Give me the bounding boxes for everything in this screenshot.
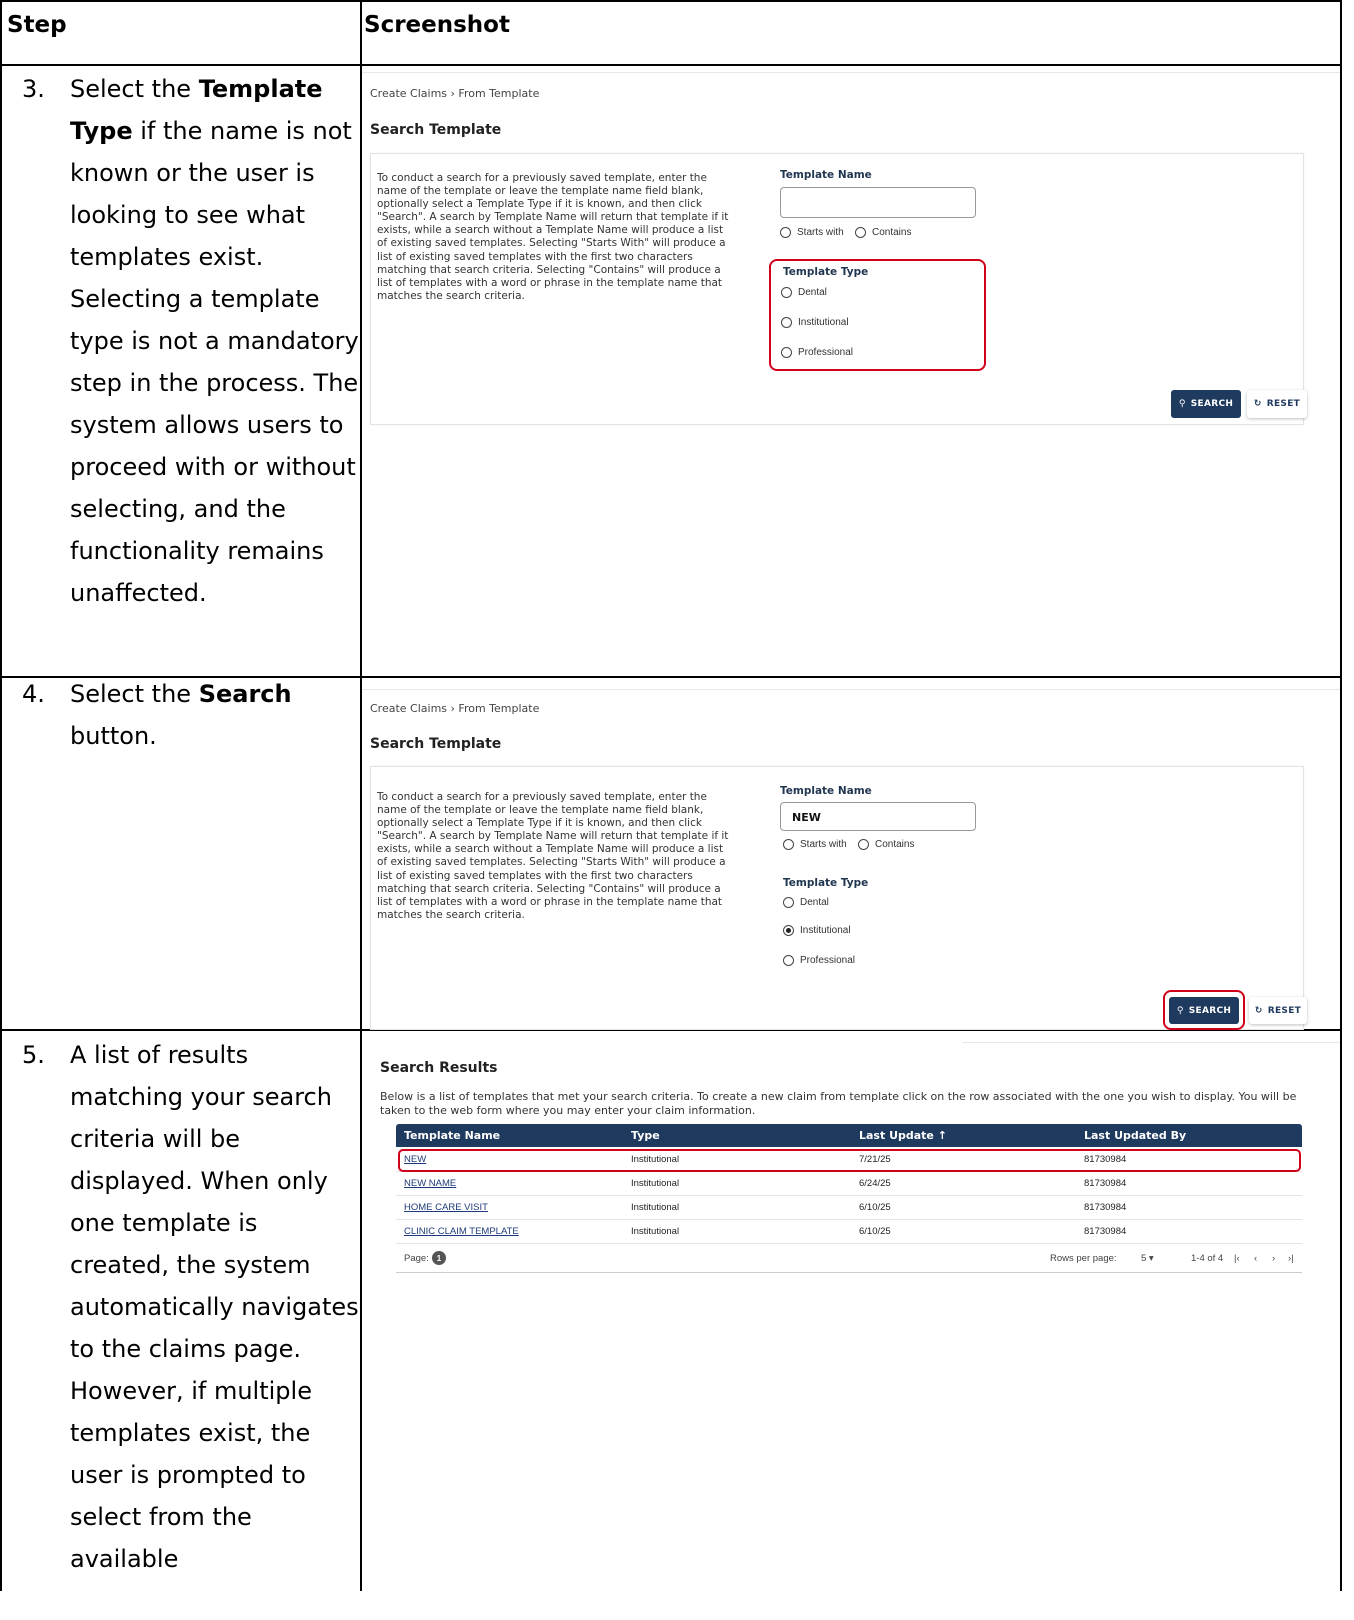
match-option-starts-with[interactable]: Starts with [783, 839, 847, 850]
page-number-badge[interactable]: 1 [432, 1251, 446, 1265]
radio-icon [783, 839, 794, 850]
rows-per-page-label: Rows per page: [1050, 1253, 1117, 1264]
radio-selected-icon [783, 925, 794, 936]
column-template-name[interactable]: Template Name [404, 1124, 500, 1147]
page-label: Page: [404, 1253, 429, 1264]
page-title: Search Template [370, 736, 502, 752]
type-cell: Institutional [631, 1225, 680, 1237]
template-name-label: Template Name [780, 785, 872, 797]
step-number: 3. [22, 75, 45, 103]
radio-icon [783, 955, 794, 966]
reset-button[interactable]: ↻ RESET [1247, 390, 1307, 418]
search-description: To conduct a search for a previously sav… [377, 791, 729, 921]
next-page-icon[interactable]: › [1272, 1253, 1275, 1264]
table-border-top [0, 0, 1342, 2]
column-last-update[interactable]: Last Update ↑ [859, 1124, 947, 1147]
reset-button[interactable]: ↻ RESET [1249, 997, 1307, 1024]
search-button[interactable]: ⚲ SEARCH [1171, 390, 1241, 418]
divider [362, 689, 1340, 690]
breadcrumb[interactable]: Create Claims › From Template [370, 702, 539, 715]
template-type-label: Template Type [783, 877, 869, 889]
match-option-contains[interactable]: Contains [858, 839, 914, 850]
last-update-cell: 6/10/25 [859, 1201, 891, 1213]
row-divider-header [0, 64, 1342, 66]
reset-icon: ↻ [1254, 1005, 1263, 1016]
document-page: Step Screenshot 3. Select the Template T… [0, 0, 1354, 1620]
column-type[interactable]: Type [631, 1124, 660, 1147]
search-icon: ⚲ [1178, 399, 1186, 409]
type-cell: Institutional [631, 1177, 680, 1189]
type-option-institutional[interactable]: Institutional [783, 925, 851, 936]
breadcrumb[interactable]: Create Claims › From Template [370, 87, 539, 100]
pagination: Page: 1 Rows per page: 5 ▾ 1-4 of 4 |‹ ‹… [396, 1248, 1302, 1272]
step-number: 4. [22, 680, 45, 708]
table-border-right [1340, 0, 1342, 1591]
results-description: Below is a list of templates that met yo… [380, 1090, 1297, 1117]
last-page-icon[interactable]: ›| [1288, 1253, 1294, 1264]
search-description: To conduct a search for a previously sav… [377, 172, 729, 302]
type-option-dental[interactable]: Dental [783, 897, 829, 908]
divider [362, 72, 1340, 73]
type-cell: Institutional [631, 1201, 680, 1213]
rows-per-page-select[interactable]: 5 ▾ [1141, 1253, 1154, 1264]
last-update-cell: 6/10/25 [859, 1225, 891, 1237]
page-title: Search Template [370, 122, 502, 138]
radio-icon [858, 839, 869, 850]
step-text: Select the Search button. [70, 680, 292, 750]
first-page-icon[interactable]: |‹ [1234, 1253, 1240, 1264]
step-number: 5. [22, 1041, 45, 1069]
table-row[interactable]: CLINIC CLAIM TEMPLATE Institutional 6/10… [396, 1219, 1302, 1244]
screenshot-search-template-1: Create Claims › From Template Search Tem… [362, 72, 1340, 432]
results-table: Template Name Type Last Update ↑ Last Up… [396, 1124, 1302, 1273]
table-row[interactable]: NEW NAME Institutional 6/24/25 81730984 [396, 1171, 1302, 1196]
search-card: To conduct a search for a previously sav… [370, 766, 1307, 1030]
header-screenshot: Screenshot [364, 12, 510, 38]
radio-icon [780, 227, 791, 238]
table-border-left [0, 0, 2, 1591]
header-step: Step [7, 12, 67, 38]
reset-icon: ↻ [1253, 399, 1262, 409]
template-name-label: Template Name [780, 169, 872, 181]
range-label: 1-4 of 4 [1191, 1253, 1224, 1264]
divider [962, 1042, 1340, 1043]
table-bottom-line [396, 1272, 1302, 1273]
last-updated-by-cell: 81730984 [1084, 1177, 1127, 1189]
step-text: A list of results matching your search c… [70, 1041, 359, 1573]
match-option-starts-with[interactable]: Starts with [780, 227, 844, 238]
radio-icon [855, 227, 866, 238]
step-text: Select the Template Type if the name is … [70, 75, 359, 607]
column-last-updated-by[interactable]: Last Updated By [1084, 1124, 1186, 1147]
template-name-input[interactable] [780, 187, 976, 218]
match-option-contains[interactable]: Contains [855, 227, 911, 238]
table-header: Template Name Type Last Update ↑ Last Up… [396, 1124, 1302, 1147]
template-name-link[interactable]: HOME CARE VISIT [404, 1195, 488, 1219]
template-name-link[interactable]: CLINIC CLAIM TEMPLATE [404, 1219, 519, 1243]
template-name-input[interactable]: NEW [780, 802, 976, 831]
highlight-first-row [398, 1149, 1301, 1172]
type-option-professional[interactable]: Professional [783, 955, 855, 966]
table-row[interactable]: HOME CARE VISIT Institutional 6/10/25 81… [396, 1195, 1302, 1220]
highlight-search-button [1163, 990, 1245, 1030]
results-title: Search Results [380, 1060, 498, 1076]
last-updated-by-cell: 81730984 [1084, 1225, 1127, 1237]
screenshot-search-results: Search Results Below is a list of templa… [362, 1040, 1340, 1620]
last-updated-by-cell: 81730984 [1084, 1201, 1127, 1213]
radio-icon [783, 897, 794, 908]
search-card: To conduct a search for a previously sav… [370, 153, 1307, 425]
highlight-template-type [769, 259, 986, 371]
template-name-link[interactable]: NEW NAME [404, 1171, 456, 1195]
screenshot-search-template-2: Create Claims › From Template Search Tem… [362, 686, 1340, 1030]
prev-page-icon[interactable]: ‹ [1254, 1253, 1257, 1264]
last-update-cell: 6/24/25 [859, 1177, 891, 1189]
